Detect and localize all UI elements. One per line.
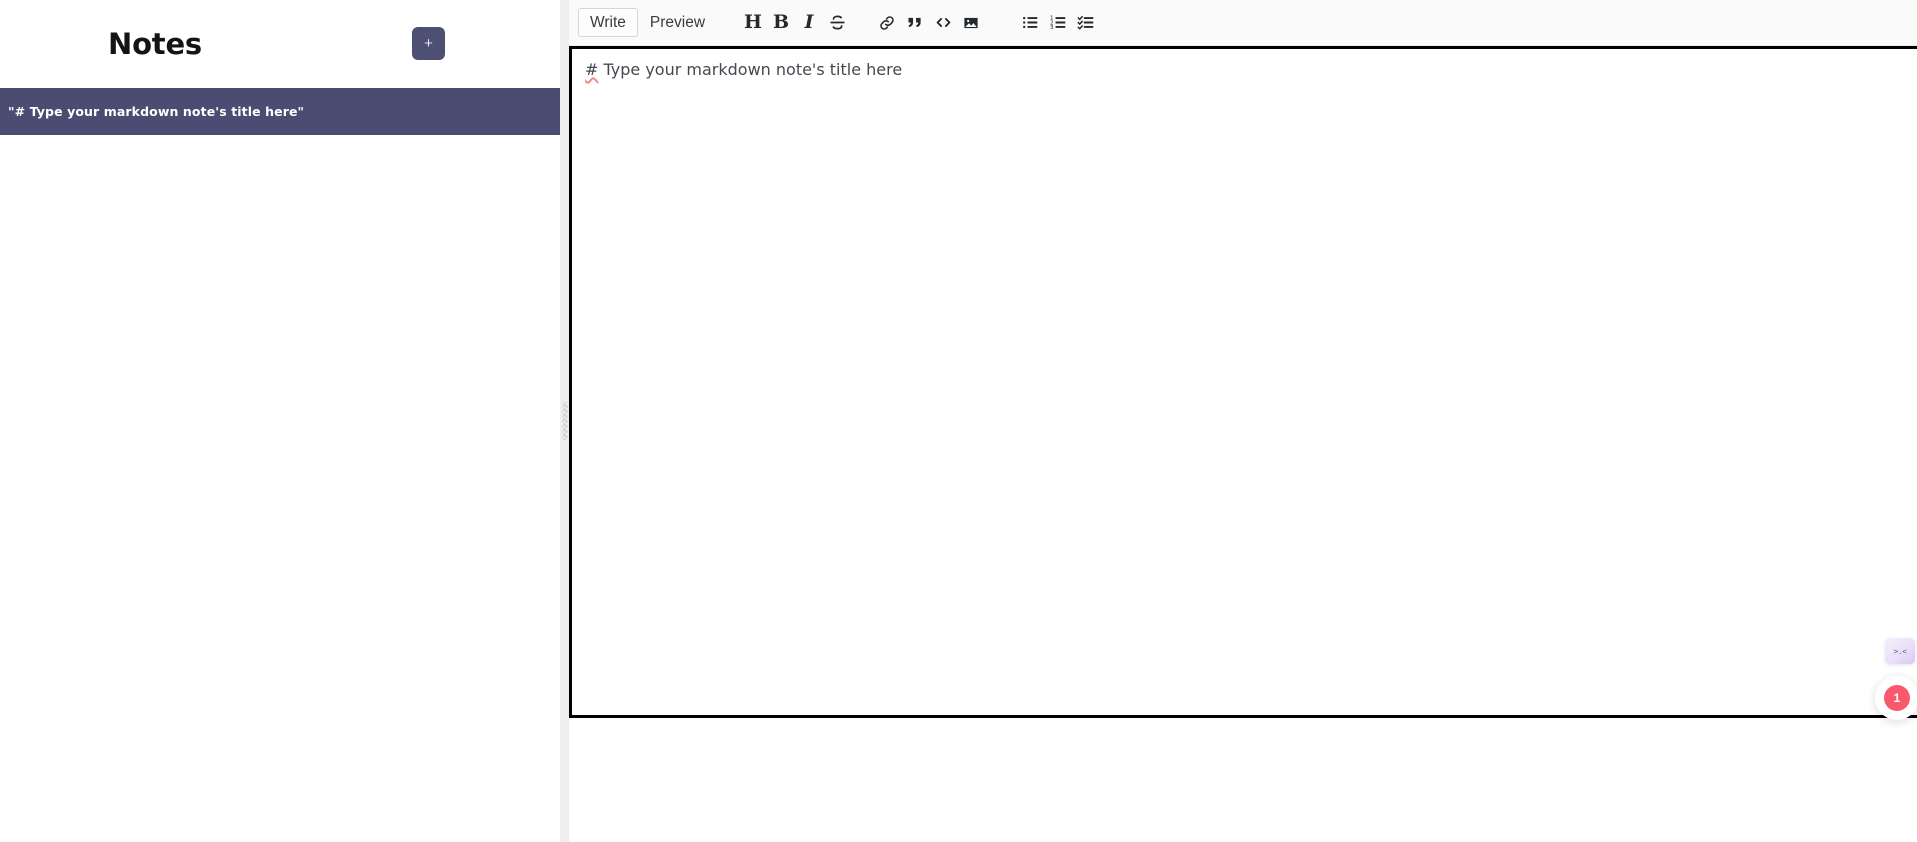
italic-icon[interactable]: I — [796, 10, 822, 36]
chat-face-icon[interactable]: >.< — [1885, 638, 1915, 664]
editor-content-line: # Type your markdown note's title here — [585, 58, 1908, 81]
image-icon[interactable] — [958, 10, 984, 36]
note-list: "# Type your markdown note's title here" — [0, 88, 560, 135]
editor-content-text: Type your markdown note's title here — [598, 60, 903, 79]
markdown-toolbar: Write Preview H B I 1 2 3 — [569, 0, 1917, 46]
unordered-list-icon[interactable] — [1017, 10, 1043, 36]
heading-icon[interactable]: H — [740, 10, 766, 36]
link-icon[interactable] — [874, 10, 900, 36]
notes-app-window: Notes + "# Type your markdown note's tit… — [0, 0, 1917, 842]
page-title: Notes — [108, 27, 202, 61]
splitter-grip-icon — [562, 402, 567, 440]
markdown-editor-pane: Write Preview H B I 1 2 3 # Type your ma… — [569, 0, 1917, 842]
add-note-button[interactable]: + — [412, 27, 445, 60]
support-launcher-button[interactable]: 1 — [1875, 676, 1917, 720]
task-list-icon[interactable] — [1073, 10, 1099, 36]
quote-icon[interactable] — [902, 10, 928, 36]
ordered-list-icon[interactable]: 1 2 3 — [1045, 10, 1071, 36]
markdown-textarea[interactable]: # Type your markdown note's title here — [569, 46, 1917, 718]
tab-preview[interactable]: Preview — [638, 8, 717, 37]
italic-glyph: I — [804, 11, 814, 33]
heading-glyph: H — [744, 11, 762, 33]
editor-hash-token: # — [585, 60, 599, 79]
pane-splitter[interactable] — [560, 0, 569, 842]
status-badge: 1 — [1884, 685, 1910, 711]
editor-area: # Type your markdown note's title here — [569, 46, 1917, 718]
strikethrough-icon[interactable] — [824, 10, 850, 36]
note-item-title: "# Type your markdown note's title here" — [8, 104, 305, 119]
list-item[interactable]: "# Type your markdown note's title here" — [0, 88, 560, 135]
code-icon[interactable] — [930, 10, 956, 36]
bold-icon[interactable]: B — [768, 10, 794, 36]
svg-text:3: 3 — [1049, 25, 1053, 31]
notes-sidebar: Notes + "# Type your markdown note's tit… — [0, 0, 560, 842]
tab-write[interactable]: Write — [578, 7, 638, 38]
sidebar-header: Notes + — [0, 0, 560, 88]
bold-glyph: B — [773, 11, 790, 33]
